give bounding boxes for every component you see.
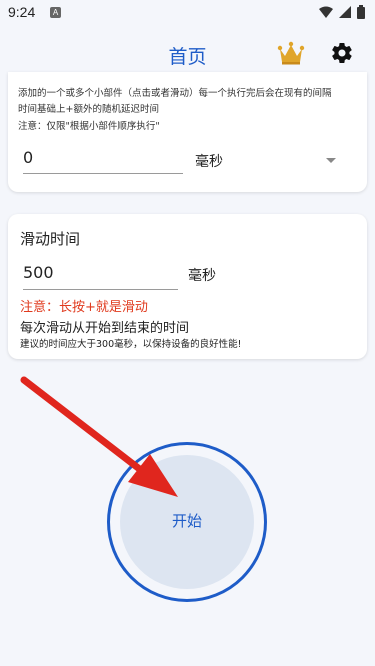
signal-icon	[339, 6, 351, 18]
interval-description-line2: 时间基础上+额外的随机延迟时间	[18, 104, 159, 115]
gear-icon	[332, 43, 352, 64]
interval-card: 添加的一个或多个小部件（点击或者滑动）每一个执行完后会在现有的间隔 时间基础上+…	[8, 72, 367, 192]
swipe-warning: 注意：长按+就是滑动	[20, 300, 148, 315]
swipe-time-unit: 毫秒	[188, 268, 216, 284]
crown-icon	[277, 41, 305, 65]
interval-description-line1: 添加的一个或多个小部件（点击或者滑动）每一个执行完后会在现有的间隔	[18, 88, 332, 99]
settings-button[interactable]	[330, 41, 354, 65]
notification-icon: A	[50, 7, 61, 18]
battery-icon	[357, 5, 365, 19]
swipe-hint: 建议的时间应大于300毫秒，以保持设备的良好性能!	[20, 339, 242, 350]
crown-button[interactable]	[276, 40, 306, 66]
swipe-time-input[interactable]: 500	[23, 263, 54, 282]
wifi-icon	[319, 6, 333, 18]
interval-unit-select[interactable]: 毫秒	[195, 151, 223, 171]
chevron-down-icon[interactable]	[326, 158, 336, 163]
swipe-time-title: 滑动时间	[20, 230, 81, 248]
interval-input-underline	[23, 173, 183, 174]
page-title: 首页	[168, 46, 207, 68]
swipe-description: 每次滑动从开始到结束的时间	[20, 321, 190, 336]
interval-input[interactable]: 0	[23, 148, 33, 167]
status-icons	[319, 5, 365, 19]
start-button-label[interactable]: 开始	[120, 510, 254, 531]
interval-note: 注意：仅限"根据小部件顺序执行"	[18, 121, 160, 132]
swipe-time-input-underline	[23, 289, 178, 290]
status-time: 9:24	[8, 4, 36, 20]
status-bar: 9:24 A	[0, 0, 375, 26]
swipe-time-card: 滑动时间 500 毫秒 注意：长按+就是滑动 每次滑动从开始到结束的时间 建议的…	[8, 214, 367, 359]
